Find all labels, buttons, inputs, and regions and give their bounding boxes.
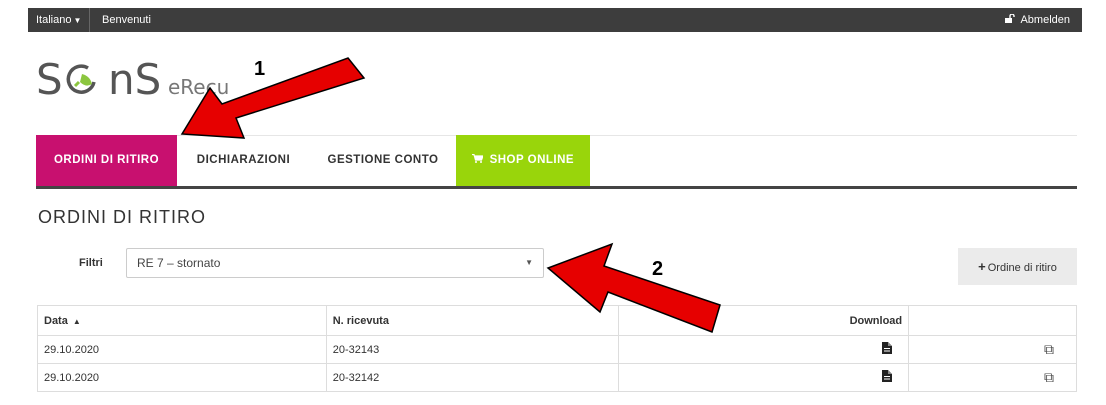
caret-down-icon: ▼ [73,16,82,25]
cell-date: 29.10.2020 [37,363,327,392]
annotation-number-1: 1 [254,58,266,80]
table-row: 29.10.2020 20-32142 ⧉ [37,363,1077,392]
language-label: Italiano [36,14,72,26]
add-order-label: Ordine di ritiro [987,262,1057,274]
copy-icon[interactable]: ⧉ [1044,341,1054,357]
tab-label: ORDINI DI RITIRO [53,154,160,166]
logo[interactable]: S nS eRecu [36,52,236,106]
plug-icon [66,64,96,94]
cell-download [618,363,910,392]
chevron-down-icon: ▼ [525,258,533,267]
filter-selected-value: RE 7 – stornato [137,256,221,270]
orders-table: Data ▲ N. ricevuta Download 29.10.2020 2… [37,305,1077,392]
cell-download [618,335,910,364]
tab-label: DICHIARAZIONI [196,154,291,166]
annotation-number-2: 2 [652,258,664,280]
column-header-actions [908,305,1077,336]
sort-asc-icon: ▲ [72,316,81,326]
file-icon[interactable] [882,370,902,385]
cell-receipt: 20-32142 [325,363,620,392]
cell-receipt: 20-32143 [325,335,620,364]
add-order-button[interactable]: + Ordine di ritiro [958,248,1077,285]
logo-letter-s: S [36,55,63,104]
cell-copy: ⧉ [908,363,1077,392]
column-header-download: Download [618,305,910,336]
tab-dichiarazioni[interactable]: DICHIARAZIONI [177,135,310,186]
topbar-bar: Italiano ▼ Benvenuti Abmelden [28,8,1082,32]
tab-label: GESTIONE CONTO [327,154,439,166]
cart-icon [471,153,490,166]
header-label: Data [44,314,68,327]
logo-subtitle: eRecu [168,75,229,99]
cell-date: 29.10.2020 [37,335,327,364]
tab-label: SHOP ONLINE [489,154,575,166]
copy-icon[interactable]: ⧉ [1044,369,1054,385]
file-icon[interactable] [882,342,902,357]
table-row: 29.10.2020 20-32143 ⧉ [37,335,1077,364]
topbar: Italiano ▼ Benvenuti Abmelden [0,0,1106,40]
tab-gestione-conto[interactable]: GESTIONE CONTO [310,135,456,186]
plus-icon: + [978,259,986,274]
header-label: Download [849,314,903,327]
main-nav: ORDINI DI RITIRO DICHIARAZIONI GESTIONE … [36,135,1077,189]
unlock-icon [1004,13,1018,26]
logout-link[interactable]: Abmelden [1004,8,1070,32]
logo-mark: S nS eRecu [36,55,229,104]
logo-letters-ns: nS [108,55,161,104]
cell-copy: ⧉ [908,335,1077,364]
filter-select[interactable]: RE 7 – stornato ▼ [126,248,544,278]
column-header-receipt: N. ricevuta [325,305,620,336]
tab-shop-online[interactable]: SHOP ONLINE [456,135,590,186]
language-selector[interactable]: Italiano ▼ [28,8,91,32]
table-header-row: Data ▲ N. ricevuta Download [37,305,1077,336]
header-label: N. ricevuta [332,314,389,327]
welcome-link[interactable]: Benvenuti [94,8,151,32]
filter-label: Filtri [79,257,103,269]
logout-label: Abmelden [1020,14,1070,26]
tab-ordini-di-ritiro[interactable]: ORDINI DI RITIRO [36,135,177,186]
column-header-data[interactable]: Data ▲ [37,305,327,336]
page-title: ORDINI DI RITIRO [38,207,206,227]
